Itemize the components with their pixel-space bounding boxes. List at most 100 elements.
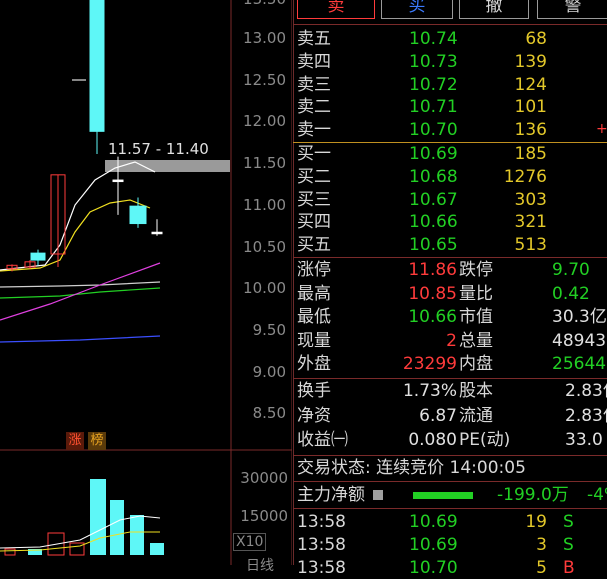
candle-body (89, 0, 105, 132)
y-axis-label: 9.00 (252, 362, 286, 381)
volume-bar (4, 548, 16, 556)
level-volume: 303 (514, 189, 547, 210)
level-label: 卖二 (297, 97, 331, 118)
fund-label: 流通 (459, 405, 493, 426)
level-volume: 513 (514, 235, 547, 256)
limit-up-badge[interactable]: 涨 (66, 432, 84, 450)
volume-bar (130, 515, 144, 555)
volume-bar (150, 543, 164, 555)
level-price: 10.70 (409, 120, 458, 141)
level-label: 卖三 (297, 74, 331, 95)
stat-label: 最低 (297, 307, 331, 327)
level-volume: 136 (514, 120, 547, 141)
vol-unit-label: X10 (233, 533, 267, 551)
stat-label: 外盘 (297, 354, 331, 374)
stat-label: 现量 (297, 330, 331, 351)
level-volume: 185 (514, 144, 547, 164)
trade-status: 交易状态: 连续竞价 14:00:05 (297, 458, 526, 478)
level-label: 买三 (297, 189, 331, 210)
vol-axis-label-15000: 15000 (240, 507, 288, 525)
candle-body (30, 252, 46, 261)
y-axis-label: 13.00 (243, 29, 286, 47)
main-flow-row: 主力净额 -199.0万 -4% (297, 484, 607, 506)
orderbook-row[interactable]: 卖四 10.73 139 (297, 51, 557, 73)
stat-value: 11.86 (408, 260, 457, 280)
stat-row: 涨停 11.86 跌停 9.70 (297, 259, 607, 281)
fund-label: 收益㈠ (297, 430, 348, 450)
y-axis-label: 10.50 (243, 237, 286, 256)
y-axis-label: 10.00 (243, 279, 286, 298)
stat-label: 跌停 (459, 260, 493, 280)
level-volume: 101 (514, 97, 547, 118)
cancel-button[interactable]: 撤 (459, 0, 529, 19)
candle-body (129, 205, 147, 225)
level-price: 10.72 (409, 74, 458, 95)
main-flow-box-icon (373, 490, 383, 500)
level-price: 10.71 (409, 97, 458, 118)
orderbook-row[interactable]: 卖五 10.74 68 (297, 28, 557, 50)
stat-label: 内盘 (459, 354, 493, 374)
tick-side: B (563, 558, 575, 578)
tick-side: S (563, 535, 574, 555)
fund-value: 1.73% (402, 381, 457, 401)
ma-line-magenta (0, 262, 161, 321)
order-buttons: 卖 买 撤 警 (297, 0, 607, 20)
orderbook-row[interactable]: 卖二 10.71 101 (297, 96, 557, 118)
tick-row: 13:58 10.69 3 S (297, 534, 607, 556)
level-label: 卖四 (297, 51, 331, 72)
level-volume: 139 (514, 51, 547, 72)
stat-value: 25644 (552, 354, 607, 374)
stat-label: 市值 (459, 307, 493, 327)
y-axis-label: 11.50 (243, 154, 286, 173)
volume-bar (90, 479, 106, 555)
y-axis-label: 12.00 (243, 112, 286, 131)
level-volume: 1276 (503, 166, 547, 187)
stat-value: 48943 (552, 330, 607, 351)
level-price: 10.67 (409, 189, 458, 210)
level-volume: 321 (514, 212, 547, 233)
level-price: 10.68 (409, 166, 458, 187)
vol-axis-label-30000: 30000 (240, 469, 288, 487)
level-label: 买一 (297, 144, 331, 164)
y-axis-top-label: 13.50 (226, 0, 286, 8)
bottom-tab[interactable]: 日线 (246, 555, 274, 575)
tick-price: 10.69 (409, 535, 458, 555)
fund-value: 0.080 (408, 430, 457, 450)
y-axis-label: 12.50 (243, 70, 286, 89)
price-range-tag: 11.57 - 11.40 (108, 140, 209, 158)
ranking-badge[interactable]: 榜 (88, 432, 106, 450)
tick-volume: 19 (525, 512, 547, 532)
ma-line-yellow (0, 199, 151, 272)
orderbook-row[interactable]: 买三 10.67 303 (297, 189, 557, 211)
tick-price: 10.70 (409, 558, 458, 578)
orderbook-row[interactable]: 买五 10.65 513 (297, 234, 557, 256)
orderbook-row[interactable]: 买四 10.66 321 (297, 211, 557, 233)
buy-button[interactable]: 买 (381, 0, 453, 19)
stat-row: 现量 2 总量 48943 (297, 330, 607, 352)
fund-label: 换手 (297, 381, 331, 401)
level-price: 10.69 (409, 144, 458, 164)
volume-bar (110, 500, 124, 555)
y-axis-label: 8.50 (252, 404, 286, 423)
orderbook-row[interactable]: 卖三 10.72 124 (297, 74, 557, 96)
sell-button[interactable]: 卖 (297, 0, 375, 19)
tick-side: S (563, 512, 574, 532)
tick-time: 13:58 (297, 558, 346, 578)
main-flow-bar (413, 492, 473, 499)
main-flow-pct: -4% (587, 485, 607, 505)
tick-time: 13:58 (297, 535, 346, 555)
stat-value: 30.3亿 (552, 307, 607, 327)
level-label: 买四 (297, 212, 331, 233)
candles-group (6, 0, 163, 272)
orderbook-row[interactable]: 卖一 10.70 136 (297, 119, 557, 141)
stat-value: 10.85 (408, 283, 457, 304)
orderbook-row[interactable]: 买二 10.68 1276 (297, 166, 557, 188)
level-price: 10.66 (409, 212, 458, 233)
alert-button[interactable]: 警 (537, 0, 607, 19)
stat-row: 最高 10.85 量比 0.42 (297, 283, 607, 305)
fund-label: 股本 (459, 381, 493, 401)
stat-value: 0.42 (552, 283, 590, 304)
stat-label: 涨停 (297, 260, 331, 280)
y-axis-label: 9.50 (252, 320, 286, 339)
orderbook-row[interactable]: 买一 10.69 185 (297, 143, 557, 165)
